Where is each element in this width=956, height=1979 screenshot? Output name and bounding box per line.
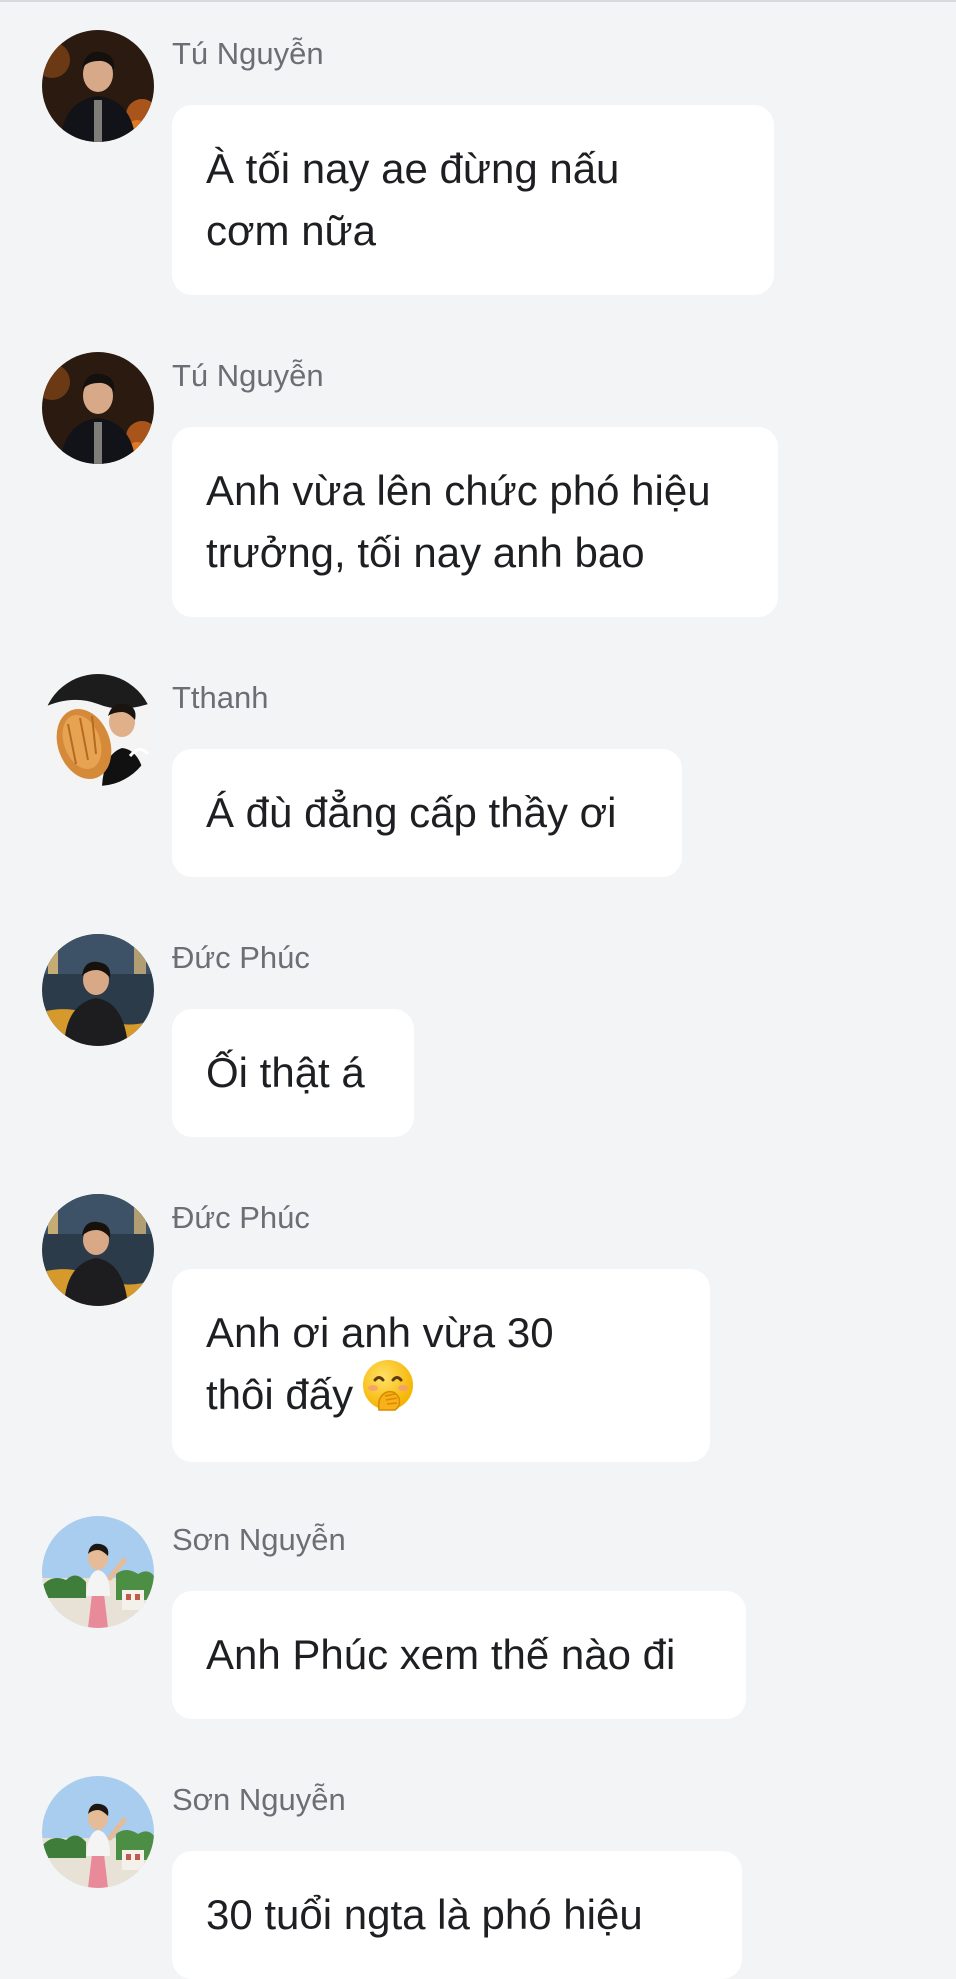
message-bubble[interactable]: Anh ơi anh vừa 30 thôi đấy [172, 1269, 710, 1463]
message-text: Á đù đẳng cấp thầy ơi [206, 789, 617, 836]
chat-message-list[interactable]: Tú Nguyễn À tối nay ae đừng nấu cơm nữa … [0, 0, 956, 1979]
avatar[interactable] [42, 674, 154, 786]
message-bubble[interactable]: Ối thật á [172, 1009, 414, 1137]
avatar-tu-nguyen-icon [42, 352, 154, 464]
sender-name: Sơn Nguyễn [172, 1522, 346, 1557]
avatar-duc-phuc-icon [42, 934, 154, 1046]
sender-name: Tú Nguyễn [172, 358, 324, 393]
avatar[interactable] [42, 934, 154, 1046]
sender-name: Tthanh [172, 680, 269, 715]
message-text: trưởng, tối nay anh bao [206, 529, 645, 576]
sender-name: Tú Nguyễn [172, 36, 324, 71]
message-bubble[interactable]: À tối nay ae đừng nấu cơm nữa [172, 105, 774, 295]
avatar-duc-phuc-icon [42, 1194, 154, 1306]
message-bubble[interactable]: Á đù đẳng cấp thầy ơi [172, 749, 682, 877]
message-text: Anh ơi anh vừa 30 [206, 1309, 554, 1356]
avatar-son-nguyen-icon [42, 1776, 154, 1888]
message-bubble[interactable]: 30 tuổi ngta là phó hiệu [172, 1851, 742, 1979]
message-bubble[interactable]: Anh vừa lên chức phó hiệu trưởng, tối na… [172, 427, 778, 617]
message-text: À tối nay ae đừng nấu [206, 145, 620, 192]
message-bubble[interactable]: Anh Phúc xem thế nào đi [172, 1591, 746, 1719]
avatar-tthanh-icon [42, 674, 154, 786]
message-text: thôi đấy [206, 1371, 354, 1418]
sender-name: Đức Phúc [172, 940, 310, 975]
avatar-son-nguyen-icon [42, 1516, 154, 1628]
message-text: Ối thật á [206, 1049, 365, 1096]
message-text: Anh Phúc xem thế nào đi [206, 1631, 676, 1678]
message-text: 30 tuổi ngta là phó hiệu [206, 1891, 643, 1938]
message-text: cơm nữa [206, 207, 377, 254]
sender-name: Đức Phúc [172, 1200, 310, 1235]
avatar-tu-nguyen-icon [42, 30, 154, 142]
avatar[interactable] [42, 1194, 154, 1306]
avatar[interactable] [42, 1516, 154, 1628]
message-text: Anh vừa lên chức phó hiệu [206, 467, 711, 514]
face-with-hand-over-mouth-emoji-icon [361, 1358, 415, 1429]
avatar[interactable] [42, 30, 154, 142]
message-text-with-emoji: thôi đấy [206, 1360, 676, 1429]
sender-name: Sơn Nguyễn [172, 1782, 346, 1817]
avatar[interactable] [42, 1776, 154, 1888]
avatar[interactable] [42, 352, 154, 464]
